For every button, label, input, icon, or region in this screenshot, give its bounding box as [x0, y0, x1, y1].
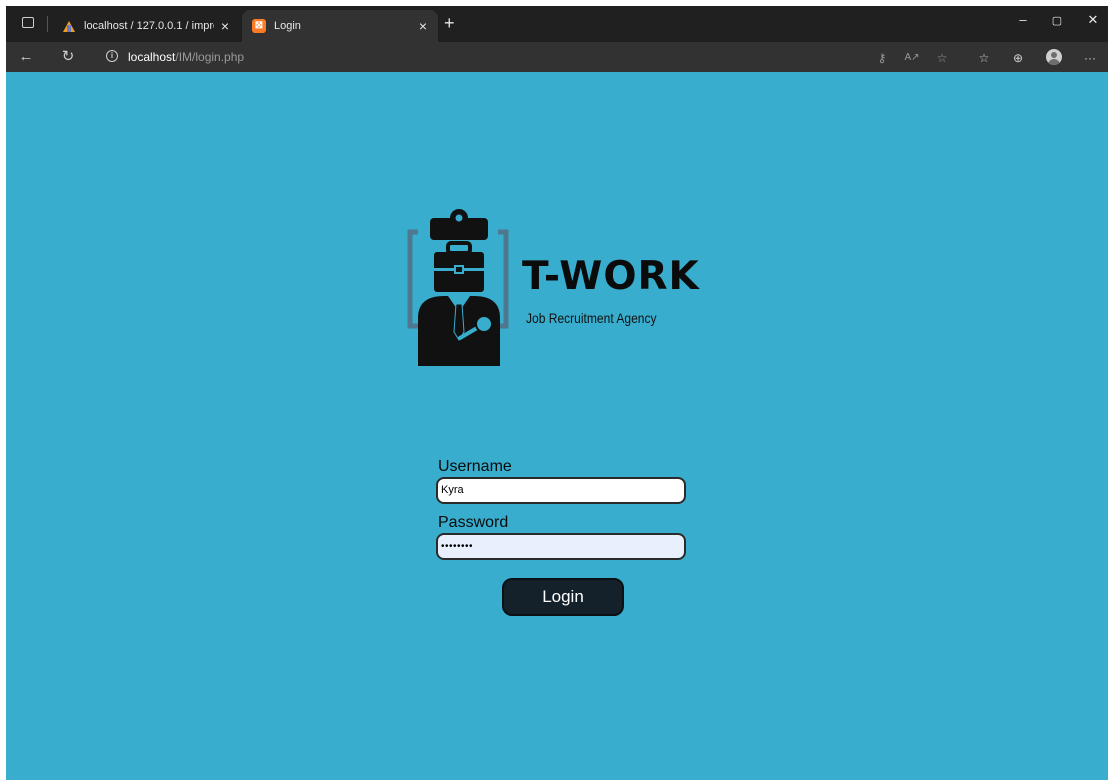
url-path: /IM/login.php — [175, 50, 245, 64]
back-arrow-icon[interactable]: ← — [16, 47, 36, 67]
tab-separator — [47, 16, 48, 32]
collections-icon[interactable]: ⊕ — [1010, 50, 1026, 66]
maximize-button[interactable]: ▢ — [1042, 14, 1072, 27]
address-bar: ← ↻ i localhost/IM/login.php ⚷ A↗ ☆ ☆ ⊕ … — [6, 42, 1108, 72]
login-button[interactable]: Login — [502, 578, 624, 616]
refresh-icon[interactable]: ↻ — [58, 47, 78, 67]
close-window-button[interactable]: ✕ — [1078, 12, 1108, 28]
profile-avatar-icon[interactable] — [1046, 49, 1062, 65]
key-icon[interactable]: ⚷ — [874, 50, 890, 66]
close-icon[interactable]: × — [412, 18, 434, 34]
close-icon[interactable]: × — [214, 18, 236, 34]
username-label: Username — [438, 458, 512, 475]
tab-login[interactable]: ⊠ Login × — [242, 10, 438, 42]
username-input[interactable]: Kyra — [436, 477, 686, 504]
more-menu-icon[interactable]: ··· — [1082, 50, 1098, 66]
page-content: T-WORK Job Recruitment Agency Username K… — [6, 72, 1108, 780]
brand-tagline: Job Recruitment Agency — [526, 310, 657, 326]
new-tab-button[interactable]: + — [444, 14, 455, 32]
url-text[interactable]: localhost/IM/login.php — [128, 50, 244, 64]
password-label: Password — [438, 514, 509, 531]
password-input[interactable]: •••••••• — [436, 533, 686, 560]
tab-phpmyadmin[interactable]: localhost / 127.0.0.1 / improject × — [52, 10, 240, 42]
info-icon[interactable]: i — [106, 50, 118, 62]
tab-bar: localhost / 127.0.0.1 / improject × ⊠ Lo… — [6, 6, 1108, 42]
favorites-icon[interactable]: ☆ — [976, 50, 992, 66]
url-host: localhost — [128, 50, 176, 64]
tab-actions-icon[interactable] — [22, 17, 34, 28]
minimize-button[interactable]: – — [1008, 12, 1038, 27]
phpmyadmin-icon — [62, 19, 76, 33]
add-favorite-icon[interactable]: ☆ — [934, 50, 950, 66]
tab-title: localhost / 127.0.0.1 / improject — [84, 20, 214, 32]
read-aloud-icon[interactable]: A↗ — [904, 50, 920, 66]
xampp-icon: ⊠ — [252, 19, 266, 33]
tab-title: Login — [274, 20, 301, 32]
browser-window: localhost / 127.0.0.1 / improject × ⊠ Lo… — [6, 6, 1108, 780]
brand-title: T-WORK — [522, 254, 700, 299]
